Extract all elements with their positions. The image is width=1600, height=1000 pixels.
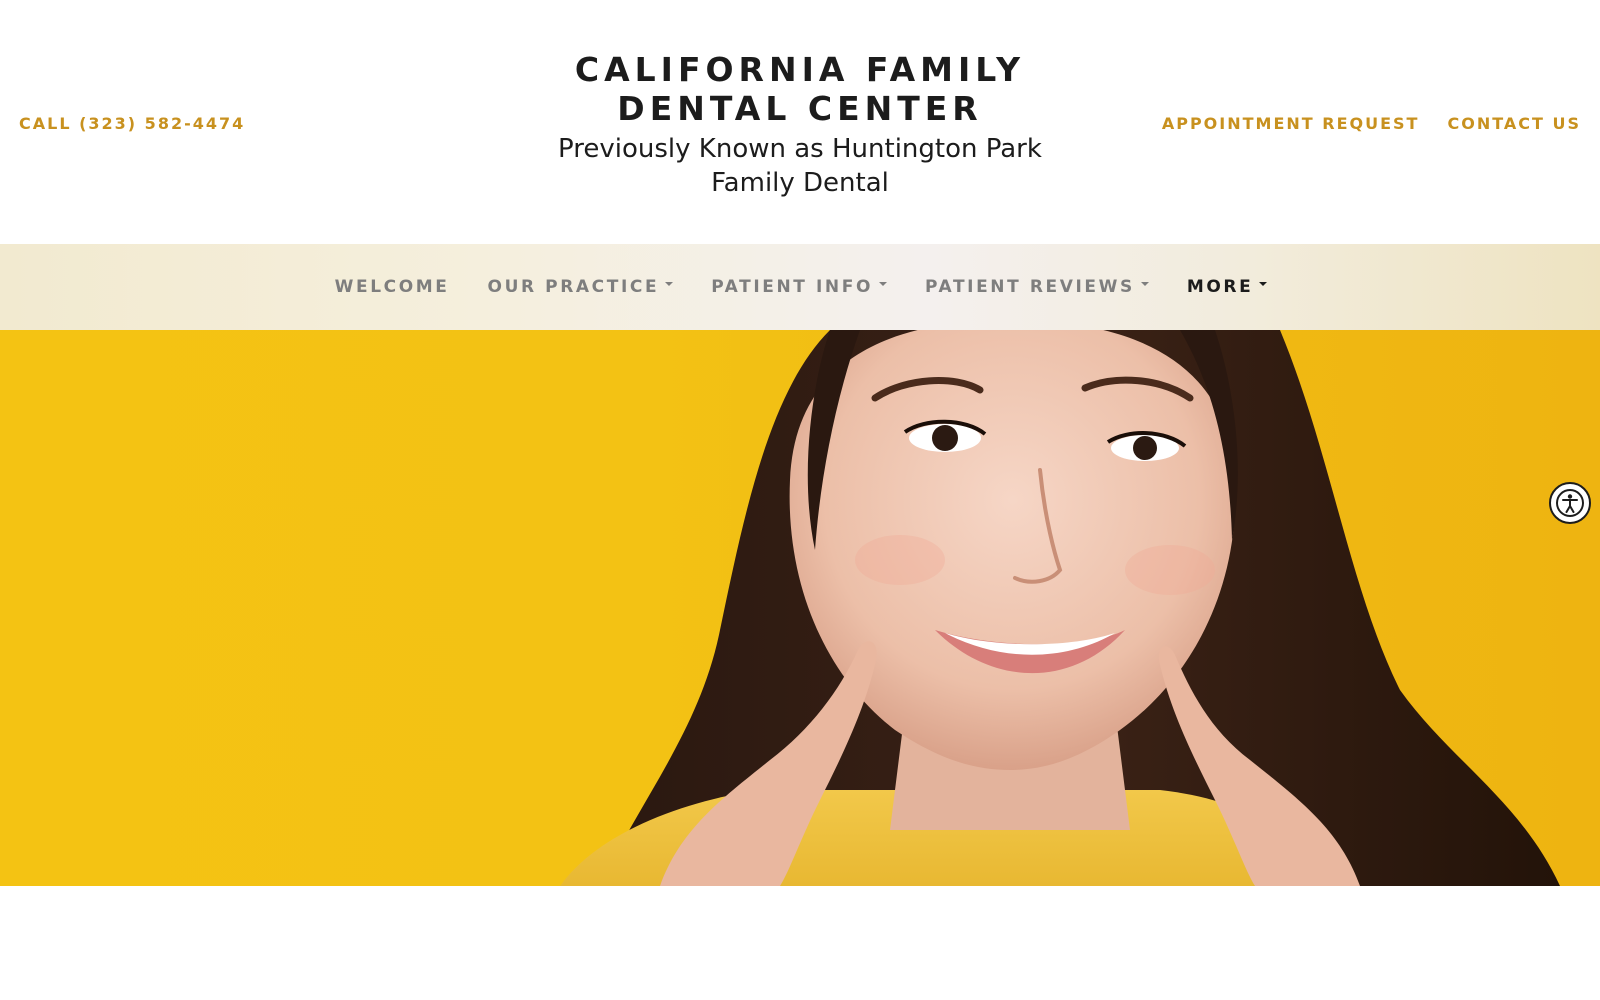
brand-title-line-1: CALIFORNIA FAMILY [574, 50, 1026, 89]
contact-us-link[interactable]: CONTACT US [1447, 114, 1581, 133]
nav-item-our-practice[interactable]: OUR PRACTICE [488, 277, 674, 297]
nav-item-patient-reviews[interactable]: PATIENT REVIEWS [925, 277, 1149, 297]
page: CALL (323) 582-4474 CALIFORNIA FAMILY DE… [0, 0, 1600, 1000]
nav-item-more[interactable]: MORE [1186, 277, 1268, 297]
accessibility-button[interactable] [1549, 482, 1591, 524]
nav-item-label: PATIENT REVIEWS [925, 277, 1135, 297]
nav-item-label: PATIENT INFO [711, 277, 874, 297]
call-phone-link[interactable]: CALL (323) 582-4474 [19, 114, 245, 133]
nav-item-patient-info[interactable]: PATIENT INFO [711, 277, 888, 297]
appointment-request-link[interactable]: APPOINTMENT REQUEST [1162, 114, 1420, 133]
caret-down-icon [1140, 282, 1149, 286]
main-nav: WELCOME OUR PRACTICE PATIENT INFO PATIEN… [0, 244, 1600, 330]
content-area [0, 886, 1600, 1000]
nav-item-welcome[interactable]: WELCOME [335, 277, 450, 297]
brand-logo[interactable]: CALIFORNIA FAMILY DENTAL CENTER Previous… [500, 50, 1100, 200]
brand-title-line-2: DENTAL CENTER [617, 89, 983, 128]
main-nav-items: WELCOME OUR PRACTICE PATIENT INFO PATIEN… [0, 244, 1600, 330]
nav-item-label: WELCOME [334, 277, 450, 297]
hero-image [560, 330, 1560, 886]
caret-down-icon [665, 282, 674, 286]
nav-item-label: MORE [1186, 277, 1254, 297]
brand-subtitle: Previously Known as Huntington Park Fami… [558, 134, 1042, 198]
brand-title: CALIFORNIA FAMILY DENTAL CENTER [500, 50, 1100, 128]
accessibility-icon [1556, 489, 1584, 517]
utility-links: APPOINTMENT REQUEST CONTACT US [1162, 114, 1581, 133]
site-header: CALL (323) 582-4474 CALIFORNIA FAMILY DE… [0, 0, 1600, 244]
hero-banner [0, 330, 1600, 886]
nav-item-label: OUR PRACTICE [487, 277, 660, 297]
caret-down-icon [1259, 282, 1268, 286]
caret-down-icon [879, 282, 888, 286]
